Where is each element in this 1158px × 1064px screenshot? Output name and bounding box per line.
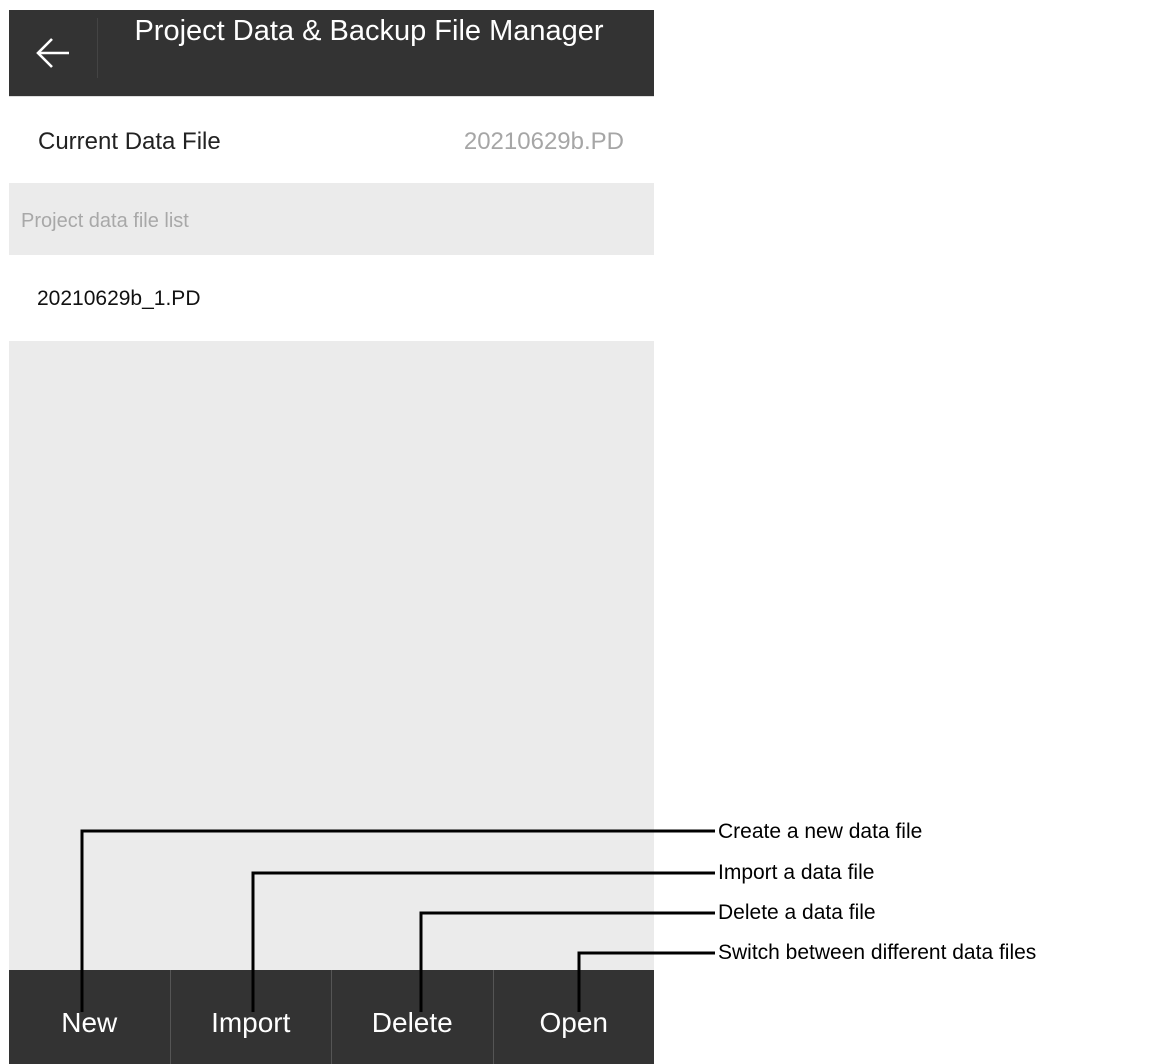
page-title: Project Data & Backup File Manager [134, 15, 604, 47]
current-data-file-value: 20210629b.PD [463, 128, 624, 155]
list-item[interactable]: 20210629b_1.PD [9, 255, 654, 341]
delete-button[interactable]: Delete [331, 970, 493, 1064]
phone-screen: Project Data & Backup File Manager Curre… [9, 10, 654, 1064]
import-button[interactable]: Import [169, 970, 332, 1064]
callout-open: Switch between different data files [718, 941, 1037, 964]
arrow-left-icon [36, 38, 69, 68]
callout-delete: Delete a data file [718, 901, 876, 924]
back-button[interactable] [9, 10, 97, 96]
list-item-filename: 20210629b_1.PD [37, 287, 201, 310]
callout-new: Create a new data file [718, 820, 923, 843]
new-button[interactable]: New [9, 970, 170, 1064]
current-data-file-label: Current Data File [38, 128, 221, 155]
app-bar: Project Data & Backup File Manager [9, 10, 654, 96]
current-data-file-row[interactable]: Current Data File 20210629b.PD [9, 96, 654, 183]
header-divider [97, 18, 98, 78]
bottom-toolbar: New Import Delete Open [9, 970, 654, 1064]
file-list-header: Project data file list [9, 183, 654, 255]
file-list-header-label: Project data file list [21, 210, 189, 232]
callout-import: Import a data file [718, 861, 875, 884]
open-button[interactable]: Open [492, 970, 655, 1064]
